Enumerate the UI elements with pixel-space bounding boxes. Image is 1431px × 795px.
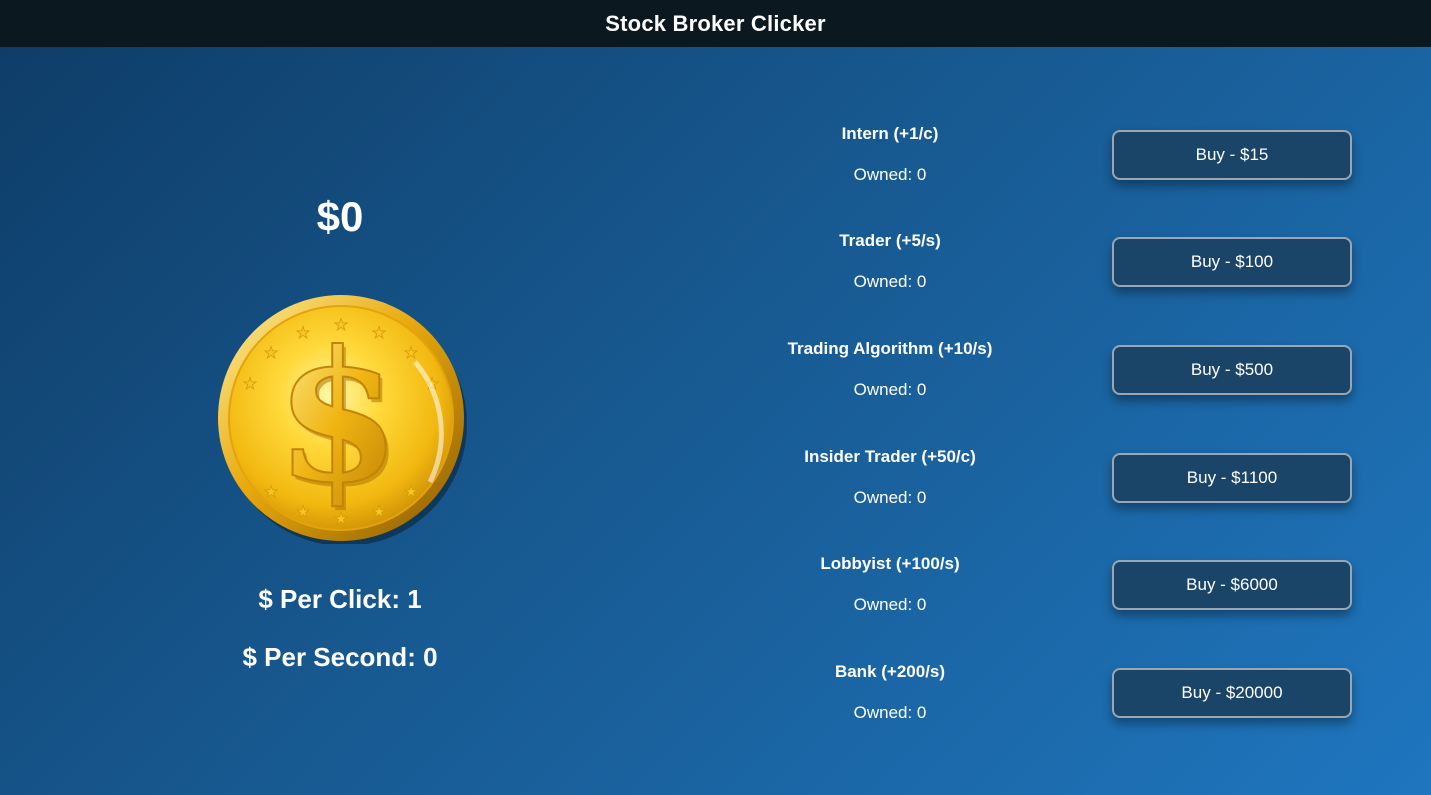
svg-text:★: ★ xyxy=(404,343,418,362)
upgrade-owned-count: Owned: 0 xyxy=(853,595,927,614)
per-click-stat: $ Per Click: 1 xyxy=(258,584,422,614)
money-balance: $0 xyxy=(316,193,364,240)
buy-intern-button[interactable]: Buy - $15 xyxy=(1112,130,1352,180)
upgrade-owned-count: Owned: 0 xyxy=(853,703,927,722)
svg-text:$: $ xyxy=(275,312,400,523)
upgrade-owned-count: Owned: 0 xyxy=(853,272,927,291)
upgrade-insider-trader: Insider Trader (+50/c) Owned: 0 xyxy=(740,447,1040,508)
buy-bank-button[interactable]: Buy - $20000 xyxy=(1112,668,1352,718)
top-bar: Stock Broker Clicker xyxy=(0,0,1431,47)
upgrade-name: Lobbyist (+100/s) xyxy=(820,554,960,573)
svg-text:★: ★ xyxy=(404,482,418,501)
upgrade-bank: Bank (+200/s) Owned: 0 xyxy=(740,662,1040,723)
upgrade-name: Insider Trader (+50/c) xyxy=(804,447,976,466)
upgrade-name: Bank (+200/s) xyxy=(834,662,946,681)
upgrade-name: Trading Algorithm (+10/s) xyxy=(787,339,993,358)
buy-trading-algorithm-button[interactable]: Buy - $500 xyxy=(1112,345,1352,395)
upgrade-owned-count: Owned: 0 xyxy=(853,165,927,184)
buy-lobbyist-button[interactable]: Buy - $6000 xyxy=(1112,560,1352,610)
svg-text:★: ★ xyxy=(243,374,257,393)
upgrade-intern: Intern (+1/c) Owned: 0 xyxy=(740,124,1040,185)
upgrade-name: Trader (+5/s) xyxy=(839,231,941,250)
clicker-panel: $0 ★ ★ ★ ★ ★ ★ ★ ★ ★ ★ ★ ★ $ $ $ Per Cli… xyxy=(140,47,540,795)
buy-trader-button[interactable]: Buy - $100 xyxy=(1112,237,1352,287)
upgrade-name: Intern (+1/c) xyxy=(841,124,939,143)
app-title: Stock Broker Clicker xyxy=(605,10,826,36)
upgrade-trading-algorithm: Trading Algorithm (+10/s) Owned: 0 xyxy=(740,339,1040,400)
upgrade-owned-count: Owned: 0 xyxy=(853,488,927,507)
per-second-stat: $ Per Second: 0 xyxy=(242,642,438,672)
upgrade-lobbyist: Lobbyist (+100/s) Owned: 0 xyxy=(740,554,1040,615)
upgrade-trader: Trader (+5/s) Owned: 0 xyxy=(740,231,1040,292)
upgrade-owned-count: Owned: 0 xyxy=(853,380,927,399)
buy-insider-trader-button[interactable]: Buy - $1100 xyxy=(1112,453,1352,503)
gold-coin-icon[interactable]: ★ ★ ★ ★ ★ ★ ★ ★ ★ ★ ★ ★ $ $ xyxy=(215,292,467,546)
